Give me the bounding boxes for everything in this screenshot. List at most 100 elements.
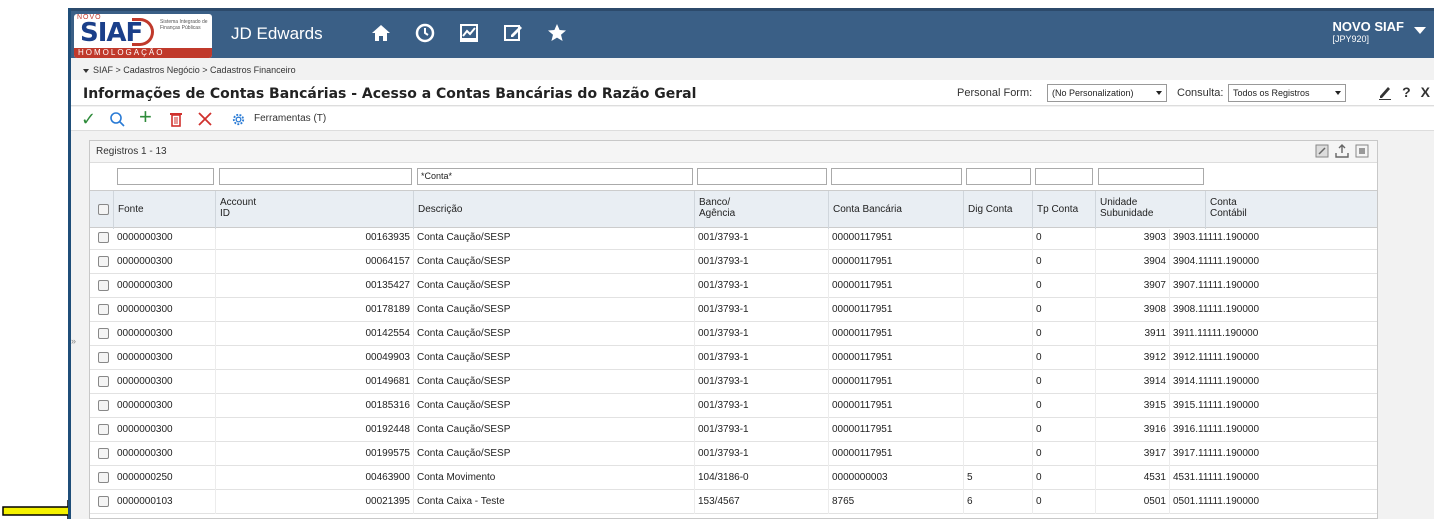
close-button[interactable]: X [1421,84,1430,100]
grid-view-icon[interactable] [1355,144,1369,158]
filter-descricao[interactable]: *Conta* [417,168,693,185]
edit-icon[interactable] [501,21,525,45]
select-all-checkbox[interactable] [98,204,109,215]
col-descricao-label: Descrição [418,204,463,215]
siaf-logo[interactable]: NOVO SIAF Sistema Integrado de Finanças … [74,14,212,58]
chart-icon[interactable] [457,21,481,45]
consulta-select[interactable]: Todos os Registros [1228,84,1346,102]
cell-banco: 001/3793-1 [695,442,829,466]
col-account-label-2: ID [220,208,230,219]
help-button[interactable]: ? [1402,84,1411,100]
cell-desc: Conta Caução/SESP [414,370,695,394]
pencil-icon[interactable] [1378,84,1392,100]
cell-banco: 001/3793-1 [695,298,829,322]
cell-account: 00064157 [216,250,414,274]
row-checkbox[interactable] [98,424,109,435]
cell-fonte: 0000000250 [114,466,216,490]
col-conta-bancaria[interactable]: Conta Bancária [829,191,964,229]
ferramentas-menu[interactable]: Ferramentas (T) [254,113,326,124]
personal-form-select[interactable]: (No Personalization) [1047,84,1167,102]
star-icon[interactable] [545,21,569,45]
side-panel-expand-icon[interactable]: » [71,336,79,346]
col-fonte[interactable]: Fonte [114,191,216,229]
row-checkbox[interactable] [98,472,109,483]
cancel-icon[interactable] [197,111,213,127]
col-unidade[interactable]: Unidade Subunidade [1096,191,1206,229]
search-icon[interactable] [109,111,125,127]
row-checkbox[interactable] [98,376,109,387]
table-row[interactable]: 0000000103 00021395 Conta Caixa - Teste 153… [90,490,1377,514]
cell-dig [964,298,1033,322]
cell-account: 00149681 [216,370,414,394]
col-banco-agencia[interactable]: Banco/Agência [695,191,829,229]
app-name: JD Edwards [231,24,323,43]
col-dig-conta[interactable]: Dig Conta [964,191,1033,229]
table-row[interactable]: 0000000300 00049903 Conta Caução/SESP 001/3… [90,346,1377,370]
table-row[interactable]: 0000000250 00463900 Conta Movimento 104/318… [90,466,1377,490]
filter-banco-agencia[interactable] [697,168,827,185]
col-tp-conta[interactable]: Tp Conta [1033,191,1096,229]
cell-unidade: 3911 [1096,322,1170,346]
table-row[interactable]: 0000000300 00163935 Conta Caução/SESP 001/3… [90,229,1377,250]
row-checkbox[interactable] [98,280,109,291]
cell-unidade: 4531 [1096,466,1170,490]
filter-tp-conta[interactable] [1035,168,1093,185]
row-checkbox[interactable] [98,448,109,459]
delete-icon[interactable] [169,111,183,127]
cell-unidade: 3904 [1096,250,1170,274]
cell-fonte: 0000000300 [114,418,216,442]
cell-contabil: 3904.11111.190000 [1170,250,1377,274]
user-menu-caret-icon[interactable] [1414,27,1426,34]
title-tools: ? X [1378,84,1430,100]
row-checkbox[interactable] [98,400,109,411]
table-row[interactable]: 0000000300 00135427 Conta Caução/SESP 001/3… [90,274,1377,298]
col-account-id[interactable]: Account ID [216,191,414,229]
grid-edit-icon[interactable] [1315,144,1329,158]
cell-tp: 0 [1033,394,1096,418]
cell-desc: Conta Caução/SESP [414,442,695,466]
user-menu[interactable]: NOVO SIAF [JPY920] [1332,19,1404,44]
clock-icon[interactable] [413,21,437,45]
row-checkbox[interactable] [98,352,109,363]
ok-check-icon[interactable]: ✓ [81,109,96,129]
cell-dig [964,442,1033,466]
cell-dig [964,418,1033,442]
table-row[interactable]: 0000000300 00185316 Conta Caução/SESP 001/3… [90,394,1377,418]
export-icon[interactable] [1335,144,1349,158]
table-row[interactable]: 0000000300 00199575 Conta Caução/SESP 001/3… [90,442,1377,466]
col-conta-contabil[interactable]: Conta Contábil [1206,191,1377,229]
row-checkbox[interactable] [98,232,109,243]
form-title-bar: Informações de Contas Bancárias - Acesso… [71,80,1434,106]
table-row[interactable]: 0000000300 00149681 Conta Caução/SESP 001/3… [90,370,1377,394]
breadcrumb-caret-icon[interactable] [83,68,89,73]
add-icon[interactable]: + [139,106,152,128]
table-row[interactable]: 0000000300 00064157 Conta Caução/SESP 001/3… [90,250,1377,274]
col-descricao[interactable]: Descrição [414,191,695,229]
row-checkbox[interactable] [98,304,109,315]
home-icon[interactable] [369,21,393,45]
breadcrumb-text[interactable]: SIAF > Cadastros Negócio > Cadastros Fin… [93,65,296,75]
filter-account-id[interactable] [219,168,412,185]
table-row[interactable]: 0000000300 00178189 Conta Caução/SESP 001/3… [90,298,1377,322]
filter-dig-conta[interactable] [966,168,1031,185]
row-checkbox[interactable] [98,328,109,339]
table-row[interactable]: 0000000300 00142554 Conta Caução/SESP 001/3… [90,322,1377,346]
cell-fonte: 0000000300 [114,346,216,370]
cell-unidade: 3907 [1096,274,1170,298]
filter-unidade[interactable] [1098,168,1204,185]
cell-account: 00049903 [216,346,414,370]
breadcrumb[interactable]: SIAF > Cadastros Negócio > Cadastros Fin… [71,62,1434,78]
row-checkbox[interactable] [98,496,109,507]
cell-tp: 0 [1033,298,1096,322]
cell-banco: 001/3793-1 [695,346,829,370]
cell-dig [964,274,1033,298]
filter-conta-bancaria[interactable] [831,168,962,185]
personal-form-value: (No Personalization) [1052,88,1134,98]
table-row[interactable]: 0000000300 00192448 Conta Caução/SESP 001/3… [90,418,1377,442]
gear-icon[interactable] [231,112,246,127]
cell-fonte: 0000000300 [114,322,216,346]
col-unidade-label: Unidade [1100,197,1138,208]
filter-fonte[interactable] [117,168,214,185]
cell-fonte: 0000000300 [114,274,216,298]
row-checkbox[interactable] [98,256,109,267]
